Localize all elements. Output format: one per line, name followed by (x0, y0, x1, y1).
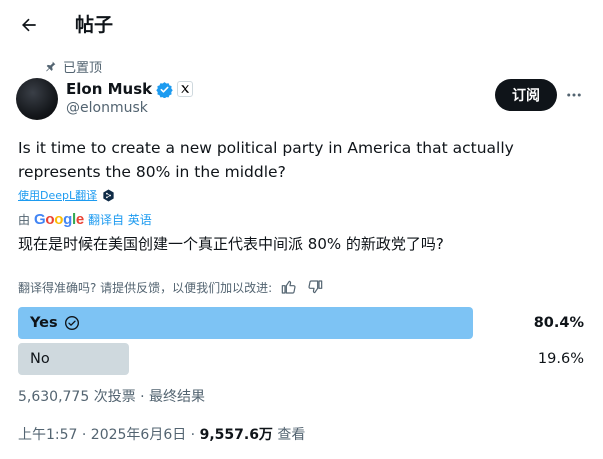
check-circle-icon (64, 316, 79, 330)
timestamp[interactable]: 上午1:57 · 2025年6月6日 · (18, 424, 200, 444)
verified-badge-icon[interactable] (156, 81, 173, 98)
google-logo: Google (34, 210, 84, 228)
translation-by-prefix: 由 (18, 212, 31, 227)
poll-bar-yes (18, 307, 473, 339)
top-bar: 帖子 (0, 0, 603, 50)
views-count: 9,557.6万 (199, 427, 273, 443)
translation-source-row: 由 Google 翻译自 英语 (18, 210, 152, 228)
author-name[interactable]: Elon Musk (66, 80, 152, 98)
poll-option-yes[interactable]: Yes 80.4% (18, 307, 586, 339)
deepl-logo-icon (103, 189, 114, 201)
author-name-row: Elon Musk (66, 79, 194, 99)
author-handle[interactable]: @elonmusk (66, 100, 148, 116)
poll-percent: 80.4% (533, 315, 584, 331)
translated-text: 现在是时候在美国创建一个真正代表中间派 80% 的新政党了吗? (18, 235, 444, 253)
arrow-left-icon (22, 18, 36, 32)
deepl-row: 使用DeepL翻译 (18, 187, 115, 203)
avatar[interactable] (16, 78, 58, 120)
views-label: 查看 (272, 427, 306, 443)
thumbs-down-icon (308, 280, 323, 294)
thumbs-up-button[interactable] (280, 278, 298, 296)
more-options-button[interactable] (563, 84, 585, 106)
translate-from-link[interactable]: 翻译自 英语 (88, 211, 152, 228)
more-horizontal-icon (567, 93, 581, 97)
feedback-question: 翻译得准确吗? 请提供反馈，以便我们加以改进: (18, 280, 273, 295)
thumbs-up-icon (281, 280, 296, 294)
poll-option-no[interactable]: No 19.6% (18, 343, 586, 375)
poll-option-label: Yes (30, 315, 58, 331)
pinned-indicator: 已置顶 (44, 57, 103, 76)
page-title: 帖子 (75, 14, 114, 36)
subscribe-button[interactable]: 订阅 (495, 79, 557, 111)
pin-icon (46, 61, 56, 71)
pinned-label: 已置顶 (63, 60, 103, 76)
x-affiliation-badge-icon[interactable] (177, 81, 194, 97)
poll-percent: 19.6% (537, 351, 584, 367)
deepl-translate-link[interactable]: 使用DeepL翻译 (18, 187, 97, 203)
thumbs-down-button[interactable] (306, 278, 324, 296)
tweet-meta: 上午1:57 · 2025年6月6日 · 9,557.6万 查看 (18, 424, 305, 444)
poll-option-label: No (30, 351, 50, 367)
poll-votes-summary: 5,630,775 次投票 · 最终结果 (18, 389, 206, 405)
translation-feedback-row: 翻译得准确吗? 请提供反馈，以便我们加以改进: (18, 278, 324, 296)
tweet-text: Is it time to create a new political par… (18, 139, 514, 181)
back-button[interactable] (16, 12, 42, 38)
